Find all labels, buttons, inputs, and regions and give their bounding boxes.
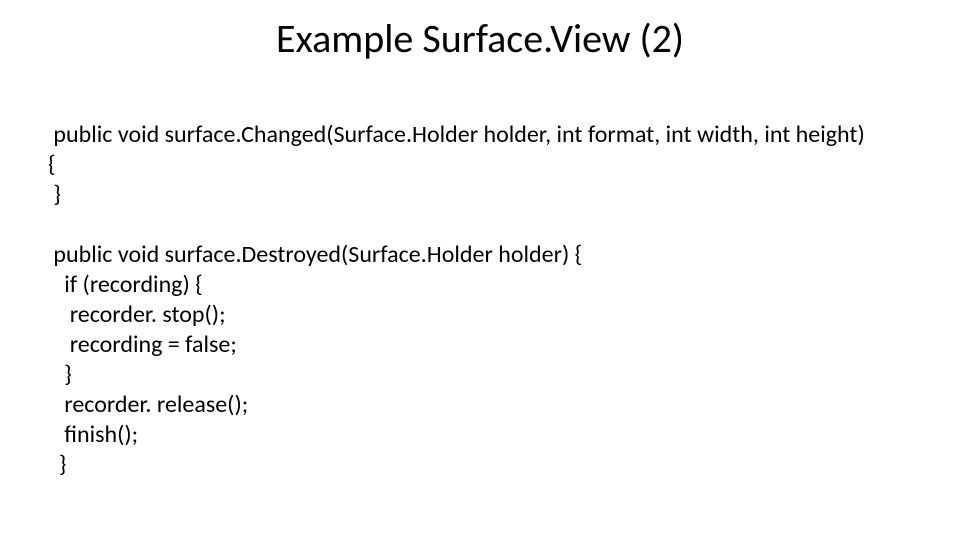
slide-title: Example Surface.View (2) bbox=[0, 14, 960, 63]
code-block: public void surface.Changed(Surface.Hold… bbox=[48, 120, 920, 480]
slide: Example Surface.View (2) public void sur… bbox=[0, 0, 960, 540]
